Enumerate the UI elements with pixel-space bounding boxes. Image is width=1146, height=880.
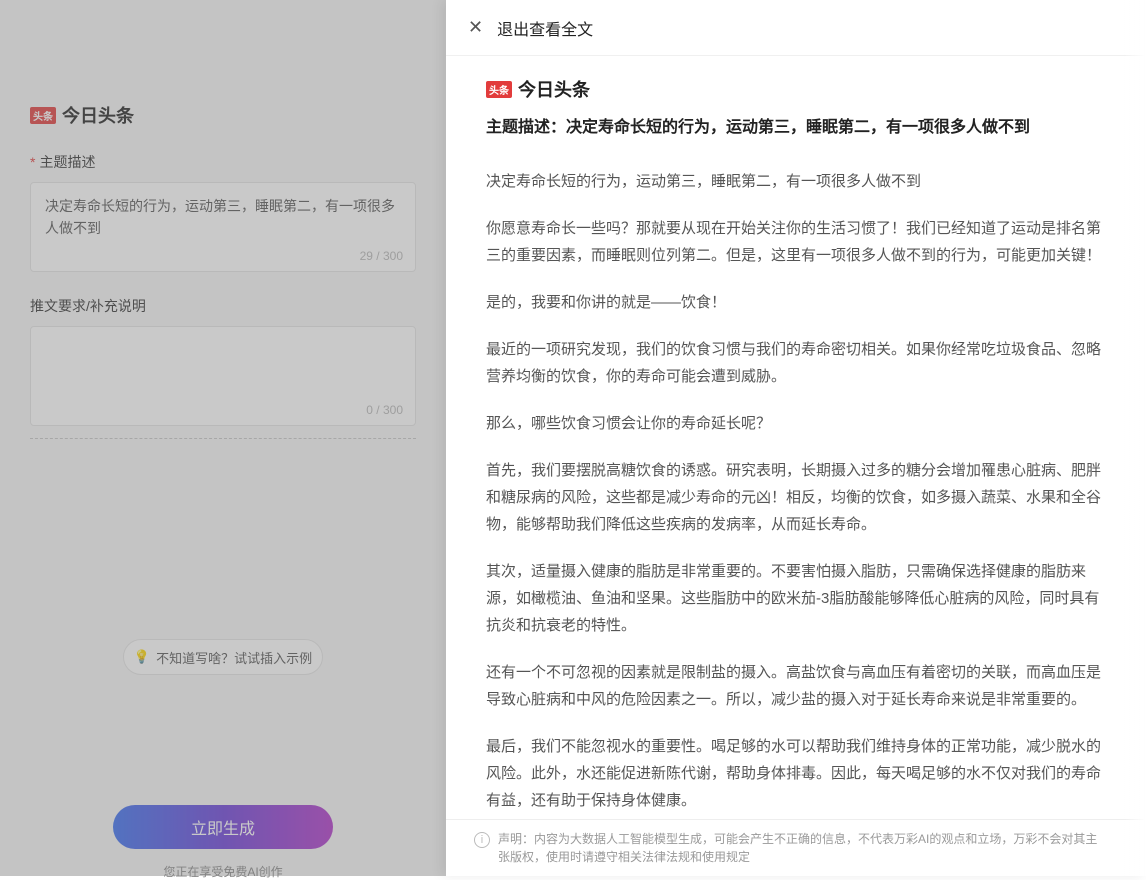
article-body: 决定寿命长短的行为，运动第三，睡眠第二，有一项很多人做不到你愿意寿命长一些吗？那… — [486, 168, 1106, 814]
exit-label: 退出查看全文 — [497, 16, 593, 40]
disclaimer-text: 声明：内容为大数据人工智能模型生成，可能会产生不正确的信息，不代表万彩AI的观点… — [498, 830, 1106, 866]
article-paragraph: 最近的一项研究发现，我们的饮食习惯与我们的寿命密切相关。如果你经常吃垃圾食品、忽… — [486, 336, 1106, 390]
article-title: 主题描述：决定寿命长短的行为，运动第三，睡眠第二，有一项很多人做不到 — [486, 116, 1106, 140]
disclaimer-bar: i 声明：内容为大数据人工智能模型生成，可能会产生不正确的信息，不代表万彩AI的… — [446, 819, 1146, 876]
topic-value: 决定寿命长短的行为，运动第三，睡眠第二，有一项很多人做不到 — [45, 195, 401, 240]
article-paragraph: 还有一个不可忽视的因素就是限制盐的摄入。高盐饮食与高血压有着密切的关联，而高血压… — [486, 659, 1106, 713]
insert-example-button[interactable]: 💡 不知道写啥？试试插入示例 — [123, 639, 323, 675]
brand-badge: 头条 — [486, 81, 512, 98]
article-paragraph: 是的，我要和你讲的就是——饮食！ — [486, 289, 1106, 316]
requirements-input[interactable]: 0 / 300 — [30, 326, 416, 426]
brand-badge: 头条 — [30, 107, 56, 124]
lightbulb-icon: 💡 — [134, 649, 150, 665]
article-scroll[interactable]: 头条 今日头条 主题描述：决定寿命长短的行为，运动第三，睡眠第二，有一项很多人做… — [446, 56, 1146, 819]
article-paragraph: 你愿意寿命长一些吗？那就要从现在开始关注你的生活习惯了！我们已经知道了运动是排名… — [486, 215, 1106, 269]
divider — [30, 438, 416, 439]
article-paragraph: 那么，哪些饮食习惯会让你的寿命延长呢？ — [486, 410, 1106, 437]
topic-counter: 29 / 300 — [360, 249, 403, 263]
article-paragraph: 首先，我们要摆脱高糖饮食的诱惑。研究表明，长期摄入过多的糖分会增加罹患心脏病、肥… — [486, 457, 1106, 538]
brand-row: 头条 今日头条 — [30, 102, 416, 128]
topic-input[interactable]: 决定寿命长短的行为，运动第三，睡眠第二，有一项很多人做不到 29 / 300 — [30, 182, 416, 272]
brand-name: 今日头条 — [518, 76, 590, 102]
requirements-label: 推文要求/补充说明 — [30, 296, 416, 316]
editor-panel: 头条 今日头条 *主题描述 决定寿命长短的行为，运动第三，睡眠第二，有一项很多人… — [0, 0, 446, 876]
topic-label: *主题描述 — [30, 152, 416, 172]
article-paragraph: 决定寿命长短的行为，运动第三，睡眠第二，有一项很多人做不到 — [486, 168, 1106, 195]
article-paragraph: 最后，我们不能忽视水的重要性。喝足够的水可以帮助我们维持身体的正常功能，减少脱水… — [486, 733, 1106, 814]
article-paragraph: 其次，适量摄入健康的脂肪是非常重要的。不要害怕摄入脂肪，只需确保选择健康的脂肪来… — [486, 558, 1106, 639]
requirements-counter: 0 / 300 — [366, 403, 403, 417]
exit-bar[interactable]: ✕ 退出查看全文 — [446, 0, 1146, 56]
close-icon[interactable]: ✕ — [468, 17, 483, 38]
brand-name: 今日头条 — [62, 102, 134, 128]
info-icon: i — [474, 832, 490, 848]
required-star: * — [30, 154, 35, 170]
preview-panel: ✕ 退出查看全文 头条 今日头条 主题描述：决定寿命长短的行为，运动第三，睡眠第… — [446, 0, 1146, 876]
brand-row-preview: 头条 今日头条 — [486, 76, 1106, 102]
generate-button[interactable]: 立即生成 — [113, 805, 333, 849]
free-note: 您正在享受免费AI创作 — [30, 863, 416, 880]
